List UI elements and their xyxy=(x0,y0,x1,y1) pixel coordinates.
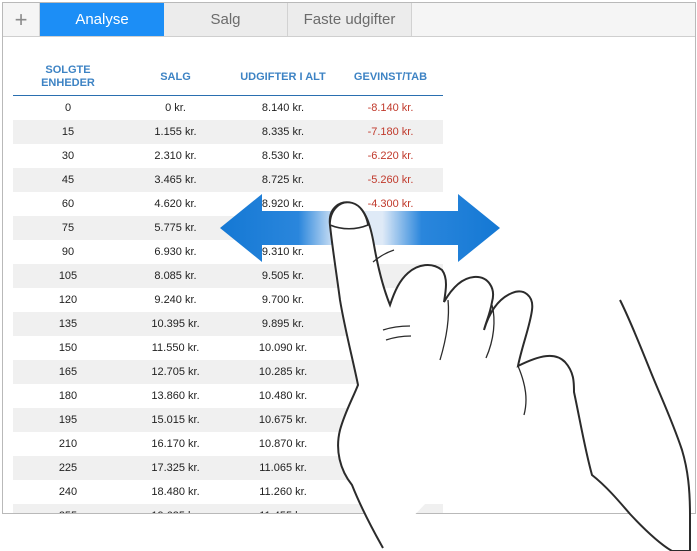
cell-expenses[interactable]: 9.310 kr. xyxy=(228,246,338,258)
cell-expenses[interactable]: 8.530 kr. xyxy=(228,150,338,162)
cell-sales[interactable]: 18.480 kr. xyxy=(123,486,228,498)
table-row[interactable]: 225 17.325 kr. 11.065 kr. xyxy=(13,456,443,480)
header-units-line1: SOLGTE xyxy=(45,64,91,76)
table-row[interactable]: 210 16.170 kr. 10.870 kr. xyxy=(13,432,443,456)
cell-units[interactable]: 60 xyxy=(13,198,123,210)
cell-sales[interactable]: 11.550 kr. xyxy=(123,342,228,354)
cell-profit[interactable]: -6.220 kr. xyxy=(338,150,443,162)
cell-sales[interactable]: 8.085 kr. xyxy=(123,270,228,282)
cell-units[interactable]: 105 xyxy=(13,270,123,282)
cell-expenses[interactable]: 8.140 kr. xyxy=(228,102,338,114)
table-row[interactable]: 25519.635 kr.11.455 kr. xyxy=(13,504,443,513)
cell-units[interactable]: 225 xyxy=(13,462,123,474)
tab-faste-udgifter[interactable]: Faste udgifter xyxy=(288,3,412,36)
header-sales[interactable]: SALG xyxy=(123,71,228,84)
table-header: SOLGTE ENHEDER SALG UDGIFTER I ALT GEVIN… xyxy=(13,59,443,96)
cell-expenses[interactable]: 10.870 kr. xyxy=(228,438,338,450)
cell-units[interactable]: 210 xyxy=(13,438,123,450)
table-row[interactable]: 30 2.310 kr. 8.530 kr. -6.220 kr. xyxy=(13,144,443,168)
cell-expenses[interactable]: 10.480 kr. xyxy=(228,390,338,402)
cell-units[interactable]: 0 xyxy=(13,102,123,114)
cell-units[interactable]: 15 xyxy=(13,126,123,138)
cell-profit[interactable]: -5.260 kr. xyxy=(338,174,443,186)
cell-expenses[interactable]: 11.065 kr. xyxy=(228,462,338,474)
table-row[interactable]: 15 1.155 kr. 8.335 kr. -7.180 kr. xyxy=(13,120,443,144)
cell-expenses[interactable]: 8.725 kr. xyxy=(228,174,338,186)
table-row[interactable]: 60 4.620 kr. 8.920 kr. -4.300 kr. xyxy=(13,192,443,216)
cell-units[interactable]: 90 xyxy=(13,246,123,258)
table-row[interactable]: 180 13.860 kr. 10.480 kr. xyxy=(13,384,443,408)
header-profit[interactable]: GEVINST/TAB xyxy=(338,71,443,84)
cell-expenses[interactable]: 9.895 kr. xyxy=(228,318,338,330)
table-row[interactable]: 165 12.705 kr. 10.285 kr. xyxy=(13,360,443,384)
cell-profit[interactable]: -4.300 kr. xyxy=(338,198,443,210)
cell-sales[interactable]: 9.240 kr. xyxy=(123,294,228,306)
cell-sales[interactable]: 3.465 kr. xyxy=(123,174,228,186)
table-row[interactable]: 150 11.550 kr. 10.090 kr. xyxy=(13,336,443,360)
cell-units[interactable]: 165 xyxy=(13,366,123,378)
spreadsheet-window: + Analyse Salg Faste udgifter SOLGTE ENH… xyxy=(2,2,696,514)
cell-sales[interactable]: 0 kr. xyxy=(123,102,228,114)
cell-sales[interactable]: 17.325 kr. xyxy=(123,462,228,474)
table-body: 00 kr. 8.140 kr. -8.140 kr. 15 1.155 kr. 8.33… xyxy=(13,96,443,513)
table-row[interactable]: 90 6.930 kr. 9.310 kr. xyxy=(13,240,443,264)
cell-sales[interactable]: 4.620 kr. xyxy=(123,198,228,210)
cell-expenses[interactable]: 8.920 kr. xyxy=(228,198,338,210)
cell-units[interactable]: 195 xyxy=(13,414,123,426)
cell-units[interactable]: 150 xyxy=(13,342,123,354)
plus-icon: + xyxy=(14,7,28,32)
table-row[interactable]: 105 8.085 kr. 9.505 kr. xyxy=(13,264,443,288)
cell-sales[interactable]: 15.015 kr. xyxy=(123,414,228,426)
cell-expenses[interactable]: 9.505 kr. xyxy=(228,270,338,282)
cell-sales[interactable]: 16.170 kr. xyxy=(123,438,228,450)
table-row[interactable]: 00 kr. 8.140 kr. -8.140 kr. xyxy=(13,96,443,120)
add-sheet-button[interactable]: + xyxy=(3,3,40,36)
cell-units[interactable]: 45 xyxy=(13,174,123,186)
cell-expenses[interactable]: 8.335 kr. xyxy=(228,126,338,138)
cell-expenses[interactable]: 11.455 kr. xyxy=(228,510,338,513)
cell-units[interactable]: 180 xyxy=(13,390,123,402)
cell-sales[interactable]: 5.775 kr. xyxy=(123,222,228,234)
cell-expenses[interactable]: 10.675 kr. xyxy=(228,414,338,426)
table-row[interactable]: 45 3.465 kr. 8.725 kr. -5.260 kr. xyxy=(13,168,443,192)
cell-sales[interactable]: 13.860 kr. xyxy=(123,390,228,402)
cell-units[interactable]: 135 xyxy=(13,318,123,330)
table-row[interactable]: 135 10.395 kr. 9.895 kr. xyxy=(13,312,443,336)
cell-sales[interactable]: 10.395 kr. xyxy=(123,318,228,330)
cell-sales[interactable]: 12.705 kr. xyxy=(123,366,228,378)
table-row[interactable]: 75 5.775 kr. xyxy=(13,216,443,240)
cell-expenses[interactable]: 10.090 kr. xyxy=(228,342,338,354)
tab-salg[interactable]: Salg xyxy=(164,3,288,36)
cell-sales[interactable]: 1.155 kr. xyxy=(123,126,228,138)
cell-expenses[interactable]: 9.700 kr. xyxy=(228,294,338,306)
analysis-table: SOLGTE ENHEDER SALG UDGIFTER I ALT GEVIN… xyxy=(13,59,443,513)
cell-units[interactable]: 30 xyxy=(13,150,123,162)
table-row[interactable]: 195 15.015 kr. 10.675 kr. xyxy=(13,408,443,432)
cell-sales[interactable]: 2.310 kr. xyxy=(123,150,228,162)
cell-units[interactable]: 240 xyxy=(13,486,123,498)
header-units[interactable]: SOLGTE ENHEDER xyxy=(13,64,123,90)
tab-analyse[interactable]: Analyse xyxy=(40,3,164,36)
sheet-tab-bar: + Analyse Salg Faste udgifter xyxy=(3,3,695,37)
cell-expenses[interactable]: 10.285 kr. xyxy=(228,366,338,378)
cell-units[interactable]: 120 xyxy=(13,294,123,306)
table-row[interactable]: 120 9.240 kr. 9.700 kr. xyxy=(13,288,443,312)
cell-units[interactable]: 75 xyxy=(13,222,123,234)
cell-sales[interactable]: 19.635 kr. xyxy=(123,510,228,513)
cell-units[interactable]: 255 xyxy=(13,510,123,513)
header-expenses[interactable]: UDGIFTER I ALT xyxy=(228,71,338,84)
cell-profit[interactable]: -7.180 kr. xyxy=(338,126,443,138)
header-units-line2: ENHEDER xyxy=(41,77,95,89)
table-row[interactable]: 240 18.480 kr. 11.260 kr. xyxy=(13,480,443,504)
cell-sales[interactable]: 6.930 kr. xyxy=(123,246,228,258)
cell-expenses[interactable]: 11.260 kr. xyxy=(228,486,338,498)
cell-profit[interactable]: -8.140 kr. xyxy=(338,102,443,114)
